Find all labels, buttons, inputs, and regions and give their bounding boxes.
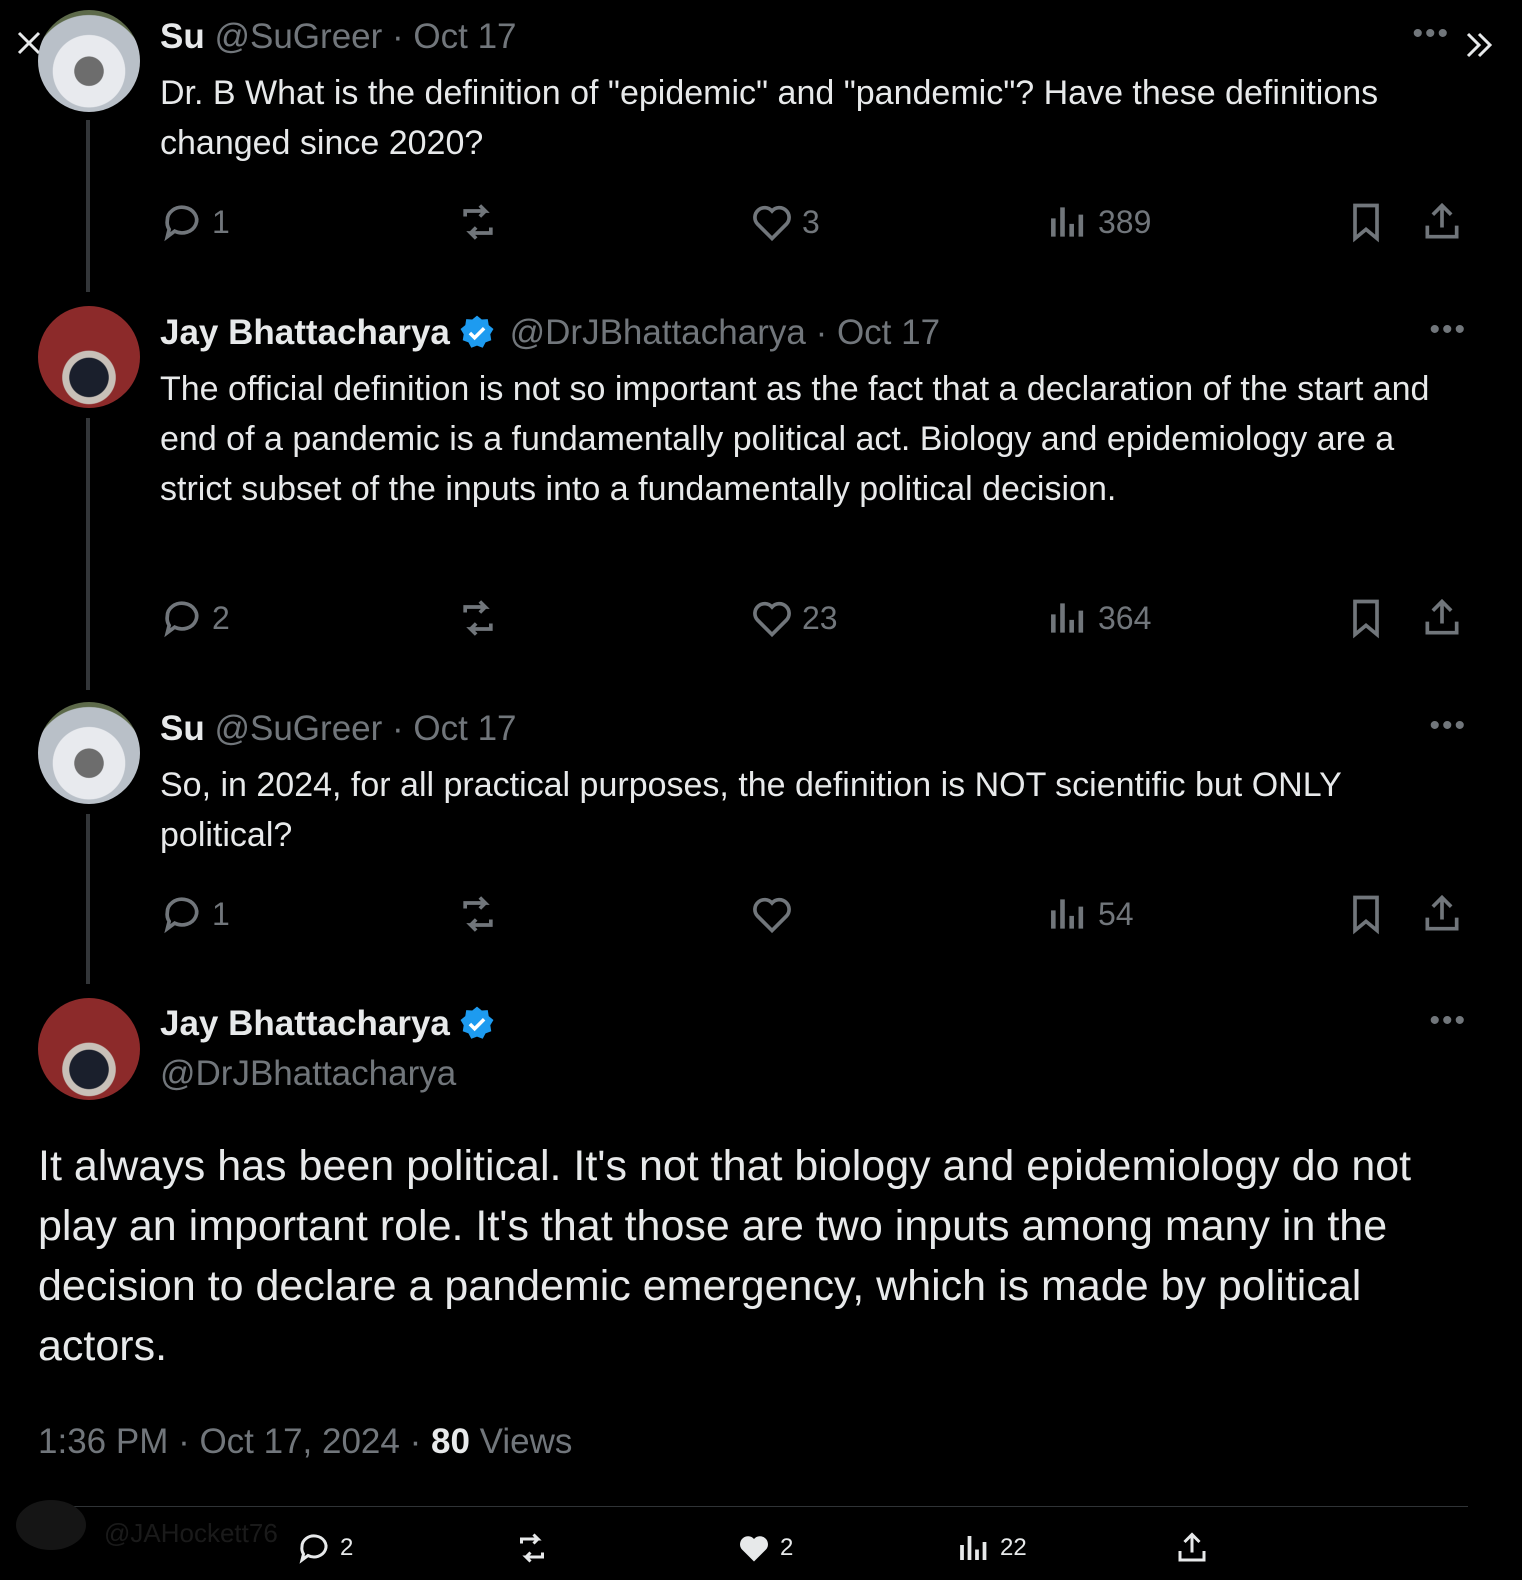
heart-filled-icon [740, 1536, 768, 1562]
avatar[interactable] [38, 306, 140, 408]
divider [38, 1506, 1468, 1507]
reply-count: 1 [212, 203, 230, 240]
more-options-button[interactable]: ••• [1429, 313, 1467, 347]
faded-reply-avatar [16, 1500, 86, 1550]
share-icon [1425, 894, 1459, 931]
like-button[interactable] [750, 892, 802, 936]
verified-badge-icon [460, 1006, 494, 1039]
author-handle[interactable]: @SuGreer [214, 17, 382, 56]
tweet-date[interactable]: · Oct 17 [392, 17, 516, 56]
more-options-button[interactable]: ••• [1412, 17, 1450, 51]
reply-icon [164, 897, 199, 934]
reply-icon [299, 1534, 328, 1564]
more-options-button[interactable]: ••• [1429, 1004, 1467, 1038]
views-label: Views [479, 1422, 573, 1461]
like-button[interactable]: 2 [736, 1530, 793, 1566]
reply-count: 2 [212, 599, 230, 636]
tweet-text: The official definition is not so import… [160, 370, 1430, 508]
like-button[interactable]: 3 [750, 200, 820, 244]
views-icon [1051, 207, 1084, 237]
author-name[interactable]: Jay Bhattacharya [160, 1004, 450, 1043]
views-button[interactable]: 54 [1046, 892, 1134, 936]
avatar[interactable] [38, 10, 140, 112]
views-count: 54 [1098, 895, 1134, 932]
views-button[interactable]: 389 [1046, 200, 1151, 244]
thread-line [86, 120, 90, 292]
tweet-text: Dr. B What is the definition of "epidemi… [160, 74, 1379, 162]
author-name[interactable]: Su [160, 709, 205, 748]
author-handle[interactable]: @DrJBhattacharya [160, 1054, 456, 1094]
reply-count: 2 [340, 1534, 354, 1561]
tweet-date[interactable]: · Oct 17 [392, 709, 516, 748]
tweet-header: Su @SuGreer · Oct 17 [160, 709, 517, 749]
reply-icon [164, 205, 199, 242]
tweet-header: Su @SuGreer · Oct 17 [160, 17, 517, 57]
author-name[interactable]: Su [160, 17, 205, 56]
bookmark-icon [1353, 895, 1379, 935]
like-count: 3 [802, 203, 820, 240]
retweet-icon [463, 896, 493, 932]
views-icon [960, 1536, 987, 1560]
like-button[interactable]: 23 [750, 596, 838, 640]
views-count: 389 [1098, 203, 1152, 240]
share-icon [1178, 1532, 1206, 1562]
tweet-header: Jay Bhattacharya [160, 1004, 500, 1047]
tweet-header: Jay Bhattacharya @DrJBhattacharya · Oct … [160, 313, 940, 356]
share-button[interactable] [1420, 892, 1472, 936]
tweet-timestamp-row: 1:36 PM · Oct 17, 2024 · 80 Views [38, 1422, 572, 1462]
views-icon [1051, 899, 1084, 929]
like-count: 23 [802, 599, 838, 636]
faded-reply-handle: @JAHockett76 [104, 1518, 278, 1548]
tweet-date[interactable]: · Oct 17 [816, 313, 940, 352]
thread-line [86, 418, 90, 690]
share-button[interactable] [1420, 200, 1472, 244]
views-button[interactable]: 364 [1046, 596, 1151, 640]
tweet-text: It always has been political. It's not t… [38, 1142, 1412, 1370]
double-chevron-right-icon [1466, 32, 1493, 58]
retweet-icon [463, 204, 493, 240]
share-button[interactable] [1420, 596, 1472, 640]
bookmark-button[interactable] [1344, 200, 1396, 244]
verified-badge-icon [460, 315, 494, 348]
retweet-button[interactable] [456, 892, 508, 936]
reply-button[interactable]: 2 [296, 1530, 353, 1566]
tweet-timestamp[interactable]: 1:36 PM · Oct 17, 2024 · [38, 1422, 421, 1461]
retweet-button[interactable] [456, 200, 508, 244]
share-icon [1425, 598, 1459, 635]
more-options-button[interactable]: ••• [1429, 709, 1467, 743]
views-icon [1051, 603, 1084, 633]
share-button[interactable] [1174, 1530, 1218, 1566]
avatar[interactable] [38, 998, 140, 1100]
bookmark-button[interactable] [1344, 596, 1396, 640]
retweet-icon [520, 1533, 544, 1563]
expand-button[interactable] [1462, 28, 1496, 62]
retweet-button[interactable] [456, 596, 508, 640]
reply-button[interactable]: 1 [160, 200, 230, 244]
reply-button[interactable]: 1 [160, 892, 230, 936]
views-total: 80 [430, 1422, 470, 1461]
reply-button[interactable]: 2 [160, 596, 230, 640]
like-count: 2 [780, 1534, 794, 1561]
thread-line [86, 814, 90, 984]
share-icon [1425, 202, 1459, 239]
bookmark-icon [1353, 203, 1379, 243]
author-name[interactable]: Jay Bhattacharya [160, 313, 450, 352]
retweet-icon [463, 600, 493, 636]
heart-icon [753, 601, 791, 638]
author-handle[interactable]: @DrJBhattacharya [510, 313, 806, 352]
author-handle[interactable]: @SuGreer [214, 709, 382, 748]
bookmark-icon [1353, 599, 1379, 639]
views-button[interactable]: 22 [956, 1530, 1027, 1566]
heart-icon [753, 897, 791, 934]
reply-count: 1 [212, 895, 230, 932]
tweet-text: So, in 2024, for all practical purposes,… [160, 766, 1342, 854]
views-count: 22 [1000, 1534, 1027, 1561]
views-count: 364 [1098, 599, 1152, 636]
retweet-button[interactable] [514, 1530, 558, 1566]
reply-icon [164, 601, 199, 638]
heart-icon [753, 205, 791, 242]
bookmark-button[interactable] [1344, 892, 1396, 936]
avatar[interactable] [38, 702, 140, 804]
